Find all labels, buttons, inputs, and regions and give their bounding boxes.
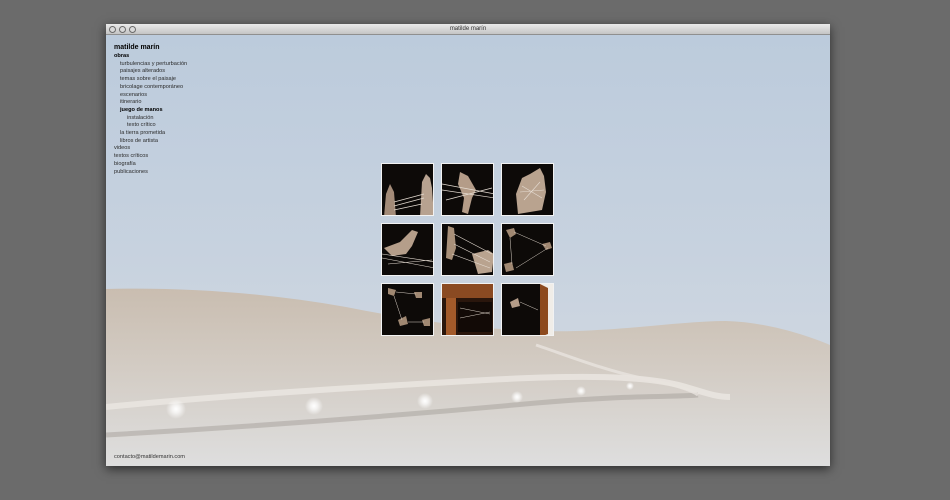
thumbnail-5[interactable] bbox=[441, 223, 494, 276]
page-content: matilde marín obras turbulencias y pertur… bbox=[106, 35, 830, 466]
thumbnail-2[interactable] bbox=[441, 163, 494, 216]
browser-window: matilde marín matilde marín obras turbul… bbox=[106, 24, 830, 466]
hands-image bbox=[502, 164, 553, 215]
nav-item-bricolage-contemporáneo[interactable]: bricolage contemporáneo bbox=[114, 84, 187, 92]
hands-image bbox=[502, 224, 553, 275]
thumbnail-grid bbox=[381, 163, 555, 337]
site-navigation: matilde marín obras turbulencias y pertur… bbox=[114, 43, 187, 176]
nav-item-itinerario[interactable]: itinerario bbox=[114, 99, 187, 107]
contact-email-link[interactable]: contacto@matildemarin.com bbox=[114, 454, 185, 460]
nav-menu: obras turbulencias y perturbación paisajes… bbox=[114, 53, 187, 176]
hands-image bbox=[382, 284, 433, 335]
nav-item-turbulencias-y-perturbación[interactable]: turbulencias y perturbación bbox=[114, 61, 187, 69]
thumbnail-4[interactable] bbox=[381, 223, 434, 276]
nav-item-textos-críticos[interactable]: textos críticos bbox=[114, 153, 187, 161]
nav-item-la-tierra-prometida[interactable]: la tierra prometida bbox=[114, 130, 187, 138]
thumbnail-7[interactable] bbox=[381, 283, 434, 336]
nav-item-escenarios[interactable]: escenarios bbox=[114, 92, 187, 100]
thumbnail-9[interactable] bbox=[501, 283, 554, 336]
nav-item-juego-de-manos[interactable]: juego de manos bbox=[114, 107, 187, 115]
title-bar[interactable]: matilde marín bbox=[106, 24, 830, 35]
thumbnail-1[interactable] bbox=[381, 163, 434, 216]
nav-item-biografía[interactable]: biografía bbox=[114, 161, 187, 169]
hands-image bbox=[382, 224, 433, 275]
nav-item-videos[interactable]: videos bbox=[114, 145, 187, 153]
thumbnail-8[interactable] bbox=[441, 283, 494, 336]
nav-item-publicaciones[interactable]: publicaciones bbox=[114, 169, 187, 177]
window-title: matilde marín bbox=[449, 26, 487, 32]
nav-item-paisajes-alterados[interactable]: paisajes alterados bbox=[114, 68, 187, 76]
nav-item-instalación[interactable]: instalación bbox=[114, 115, 187, 123]
site-title[interactable]: matilde marín bbox=[114, 43, 187, 53]
hands-image bbox=[382, 164, 433, 215]
nav-item-obras[interactable]: obras bbox=[114, 53, 187, 61]
hands-image bbox=[442, 164, 493, 215]
nav-item-texto-crítico[interactable]: texto crítico bbox=[114, 122, 187, 130]
installation-image bbox=[502, 284, 553, 335]
thumbnail-6[interactable] bbox=[501, 223, 554, 276]
hands-image bbox=[442, 224, 493, 275]
installation-image bbox=[442, 284, 493, 335]
thumbnail-3[interactable] bbox=[501, 163, 554, 216]
nav-item-temas-sobre-el-paisaje[interactable]: temas sobre el paisaje bbox=[114, 76, 187, 84]
nav-item-libros-de-artista[interactable]: libros de artista bbox=[114, 138, 187, 146]
